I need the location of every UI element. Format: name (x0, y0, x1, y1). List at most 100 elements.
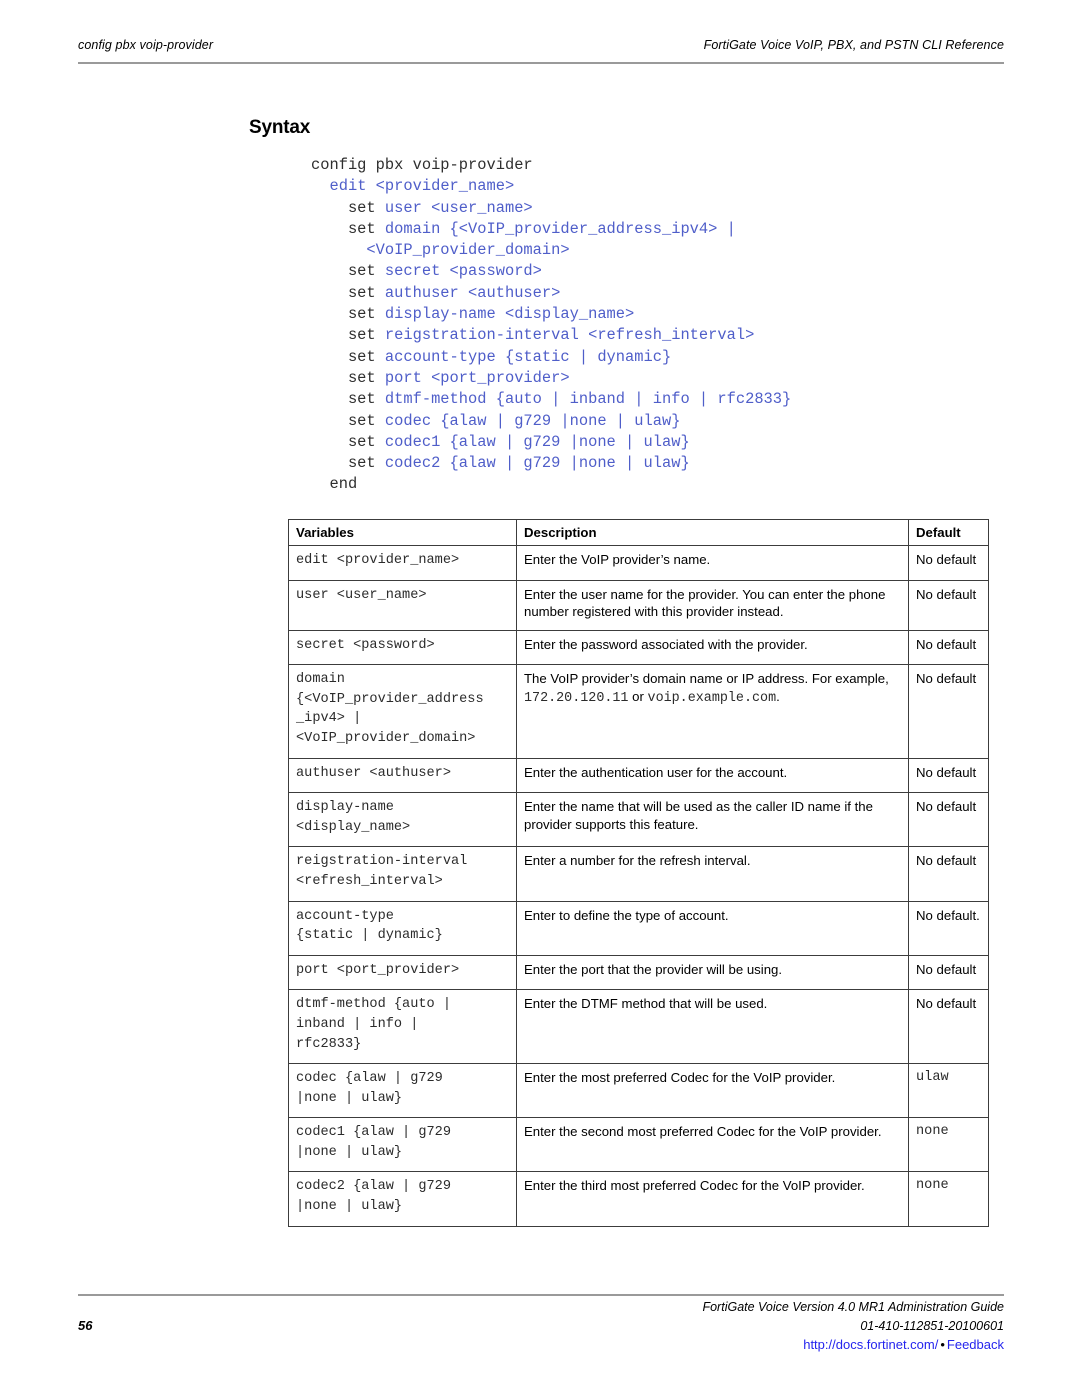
cell-variable: domain {<VoIP_provider_address _ipv4> | … (288, 664, 517, 759)
code-parameter: secret <password> (384, 262, 542, 281)
cell-description: Enter the password associated with the p… (516, 629, 909, 666)
code-line: set domain {<VoIP_provider_address_ipv4>… (311, 219, 951, 240)
link-separator: • (940, 1337, 945, 1352)
code-parameter: display-name <display_name> (384, 305, 635, 324)
footer-links: http://docs.fortinet.com/• Feedback (803, 1337, 1004, 1352)
code-line: set authuser <authuser> (311, 283, 951, 304)
code-line: set user <user_name> (311, 198, 951, 219)
code-line: <VoIP_provider_domain> (311, 240, 951, 261)
table-row: authuser <authuser> Enter the authenticat… (288, 757, 989, 794)
table-row: domain {<VoIP_provider_address _ipv4> | … (288, 664, 989, 759)
cell-default: No default (908, 545, 989, 581)
table-row: codec {alaw | g729 |none | ulaw} Enter th… (288, 1063, 989, 1119)
description-text: The VoIP provider’s domain name or IP ad… (524, 671, 889, 687)
column-header-description: Description (516, 519, 909, 546)
cell-variable: display-name <display_name> (288, 792, 517, 848)
running-header: config pbx voip-provider FortiGate Voice… (78, 38, 1004, 52)
cell-description: Enter the VoIP provider’s name. (516, 545, 909, 581)
code-line: set port <port_provider> (311, 368, 951, 389)
cell-variable: port <port_provider> (288, 954, 517, 991)
cell-description: Enter the port that the provider will be… (516, 954, 909, 991)
header-left-title: config pbx voip-provider (78, 38, 214, 52)
cell-default: No default (908, 579, 989, 631)
cell-variable: authuser <authuser> (288, 757, 517, 794)
cell-description: Enter the DTMF method that will be used. (516, 989, 909, 1065)
code-keyword: set (311, 390, 385, 409)
header-rule (78, 62, 1004, 64)
cell-description: The VoIP provider’s domain name or IP ad… (516, 664, 909, 759)
cell-default: No default (908, 792, 989, 848)
cell-default: No default (908, 664, 989, 759)
cell-variable: account-type {static | dynamic} (288, 900, 517, 956)
cell-default: No default (908, 989, 989, 1065)
code-keyword: set (311, 411, 385, 430)
code-keyword: set (311, 262, 385, 281)
code-keyword: set (311, 305, 385, 324)
code-line: set secret <password> (311, 261, 951, 282)
table-row: secret <password> Enter the password asso… (288, 629, 989, 666)
cell-description: Enter the second most preferred Codec fo… (516, 1117, 909, 1173)
code-parameter: codec1 {alaw | g729 |none | ulaw} (384, 432, 690, 451)
inline-code: 172.20.120.11 (524, 690, 629, 706)
code-keyword: set (311, 368, 385, 387)
code-parameter: domain {<VoIP_provider_address_ipv4> | (384, 219, 736, 238)
code-line: set display-name <display_name> (311, 304, 951, 325)
code-parameter: edit <provider_name> (329, 177, 515, 196)
document-page: config pbx voip-provider FortiGate Voice… (0, 0, 1080, 1397)
cell-description: Enter the name that will be used as the … (516, 792, 909, 848)
code-keyword: set (311, 283, 385, 302)
code-keyword (311, 241, 366, 259)
code-keyword: set (311, 454, 385, 473)
table-row: display-name <display_name> Enter the nam… (288, 792, 989, 848)
code-keyword: config pbx voip-provider (311, 156, 533, 174)
feedback-link[interactable]: Feedback (947, 1337, 1004, 1352)
code-line: set account-type {static | dynamic} (311, 347, 951, 368)
cell-variable: dtmf-method {auto | inband | info | rfc2… (288, 989, 517, 1065)
table-row: edit <provider_name> Enter the VoIP provi… (288, 545, 989, 581)
code-line: set codec2 {alaw | g729 |none | ulaw} (311, 453, 951, 474)
code-parameter: codec2 {alaw | g729 |none | ulaw} (384, 454, 690, 473)
column-header-variables: Variables (288, 519, 517, 546)
cell-default: No default (908, 846, 989, 902)
cell-variable: codec {alaw | g729 |none | ulaw} (288, 1063, 517, 1119)
cell-default: none (908, 1171, 989, 1227)
cell-description: Enter the third most preferred Codec for… (516, 1171, 909, 1227)
footer-doc-id: 01-410-112851-20100601 (860, 1319, 1004, 1333)
code-parameter: codec {alaw | g729 |none | ulaw} (384, 411, 681, 430)
code-parameter: authuser <authuser> (384, 283, 561, 302)
table-header-row: Variables Description Default (288, 519, 989, 546)
code-keyword: set (311, 432, 385, 451)
table-row: user <user_name> Enter the user name for … (288, 579, 989, 631)
code-line: set codec {alaw | g729 |none | ulaw} (311, 411, 951, 432)
code-keyword: set (311, 219, 385, 238)
cell-description: Enter the most preferred Codec for the V… (516, 1063, 909, 1119)
code-keyword: set (311, 326, 385, 345)
code-parameter: port <port_provider> (384, 368, 570, 387)
table-row: account-type {static | dynamic} Enter to … (288, 900, 989, 956)
code-parameter: dtmf-method {auto | inband | info | rfc2… (384, 390, 792, 409)
code-keyword: set (311, 347, 385, 366)
cell-default: No default (908, 954, 989, 991)
code-line: end (311, 474, 951, 495)
docs-url-link[interactable]: http://docs.fortinet.com/ (803, 1337, 938, 1352)
code-parameter: <VoIP_provider_domain> (366, 241, 570, 260)
header-right-title: FortiGate Voice VoIP, PBX, and PSTN CLI … (703, 38, 1004, 52)
table-row: reigstration-interval <refresh_interval>… (288, 846, 989, 902)
code-keyword: end (311, 475, 358, 494)
cell-default: none (908, 1117, 989, 1173)
footer-document-info: FortiGate Voice Version 4.0 MR1 Administ… (484, 1298, 1004, 1336)
cell-variable: codec2 {alaw | g729 |none | ulaw} (288, 1171, 517, 1227)
cell-variable: edit <provider_name> (288, 545, 517, 581)
cell-description: Enter to define the type of account. (516, 900, 909, 956)
code-parameter: reigstration-interval <refresh_interval> (384, 326, 755, 345)
code-keyword (311, 177, 329, 195)
code-line: edit <provider_name> (311, 176, 951, 197)
column-header-default: Default (908, 519, 989, 546)
cell-default: No default (908, 629, 989, 666)
description-text: or (628, 688, 648, 704)
syntax-code-block: config pbx voip-provider edit <provider_… (311, 155, 951, 496)
cell-variable: secret <password> (288, 629, 517, 666)
description-text: . (776, 688, 780, 704)
cell-default: No default. (908, 900, 989, 956)
table-row: codec2 {alaw | g729 |none | ulaw} Enter t… (288, 1171, 989, 1227)
